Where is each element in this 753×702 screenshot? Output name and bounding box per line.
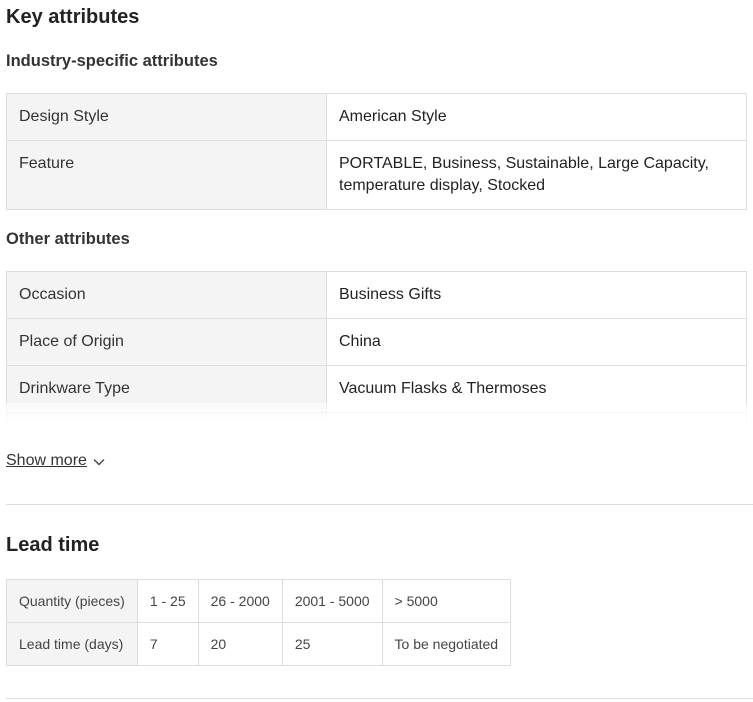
lead-time-cell: To be negotiated bbox=[381, 622, 512, 666]
attribute-value: China bbox=[326, 318, 747, 366]
section-divider bbox=[6, 504, 753, 505]
quantity-header: Quantity (pieces) bbox=[6, 579, 138, 623]
show-more-label: Show more bbox=[6, 452, 87, 469]
lead-time-table: Quantity (pieces) 1 - 25 26 - 2000 2001 … bbox=[6, 579, 512, 666]
attribute-label: Feature bbox=[6, 140, 327, 210]
table-row: Lead time (days) 7 20 25 To be negotiate… bbox=[6, 622, 512, 666]
table-row: Feature PORTABLE, Business, Sustainable,… bbox=[6, 140, 747, 210]
table-row: Occasion Business Gifts bbox=[6, 271, 747, 319]
other-attributes-table: Occasion Business Gifts Place of Origin … bbox=[6, 271, 747, 425]
lead-time-cell: 7 bbox=[136, 622, 199, 666]
show-more-button[interactable]: Show more bbox=[6, 451, 105, 471]
fade-overlay bbox=[6, 403, 747, 425]
industry-attributes-title: Industry-specific attributes bbox=[6, 52, 218, 70]
other-attributes-collapsed: Occasion Business Gifts Place of Origin … bbox=[6, 271, 747, 425]
attribute-value: American Style bbox=[326, 93, 747, 141]
attribute-label: Design Style bbox=[6, 93, 327, 141]
attribute-value: Business Gifts bbox=[326, 271, 747, 319]
other-attributes-title: Other attributes bbox=[6, 230, 130, 248]
chevron-down-icon bbox=[93, 453, 105, 471]
table-row: Place of Origin China bbox=[6, 318, 747, 366]
industry-attributes-table: Design Style American Style Feature PORT… bbox=[6, 93, 747, 210]
lead-time-title: Lead time bbox=[6, 534, 100, 556]
quantity-cell: 2001 - 5000 bbox=[281, 579, 383, 623]
key-attributes-title: Key attributes bbox=[6, 6, 140, 28]
attribute-label: Occasion bbox=[6, 271, 327, 319]
quantity-cell: 26 - 2000 bbox=[197, 579, 283, 623]
lead-time-cell: 25 bbox=[281, 622, 383, 666]
quantity-cell: 1 - 25 bbox=[136, 579, 199, 623]
attribute-label: Place of Origin bbox=[6, 318, 327, 366]
lead-time-cell: 20 bbox=[197, 622, 283, 666]
section-divider bbox=[6, 698, 753, 699]
lead-time-header: Lead time (days) bbox=[6, 622, 138, 666]
attribute-value: PORTABLE, Business, Sustainable, Large C… bbox=[326, 140, 747, 210]
quantity-cell: > 5000 bbox=[381, 579, 512, 623]
table-row: Quantity (pieces) 1 - 25 26 - 2000 2001 … bbox=[6, 579, 512, 623]
table-row: Design Style American Style bbox=[6, 93, 747, 141]
